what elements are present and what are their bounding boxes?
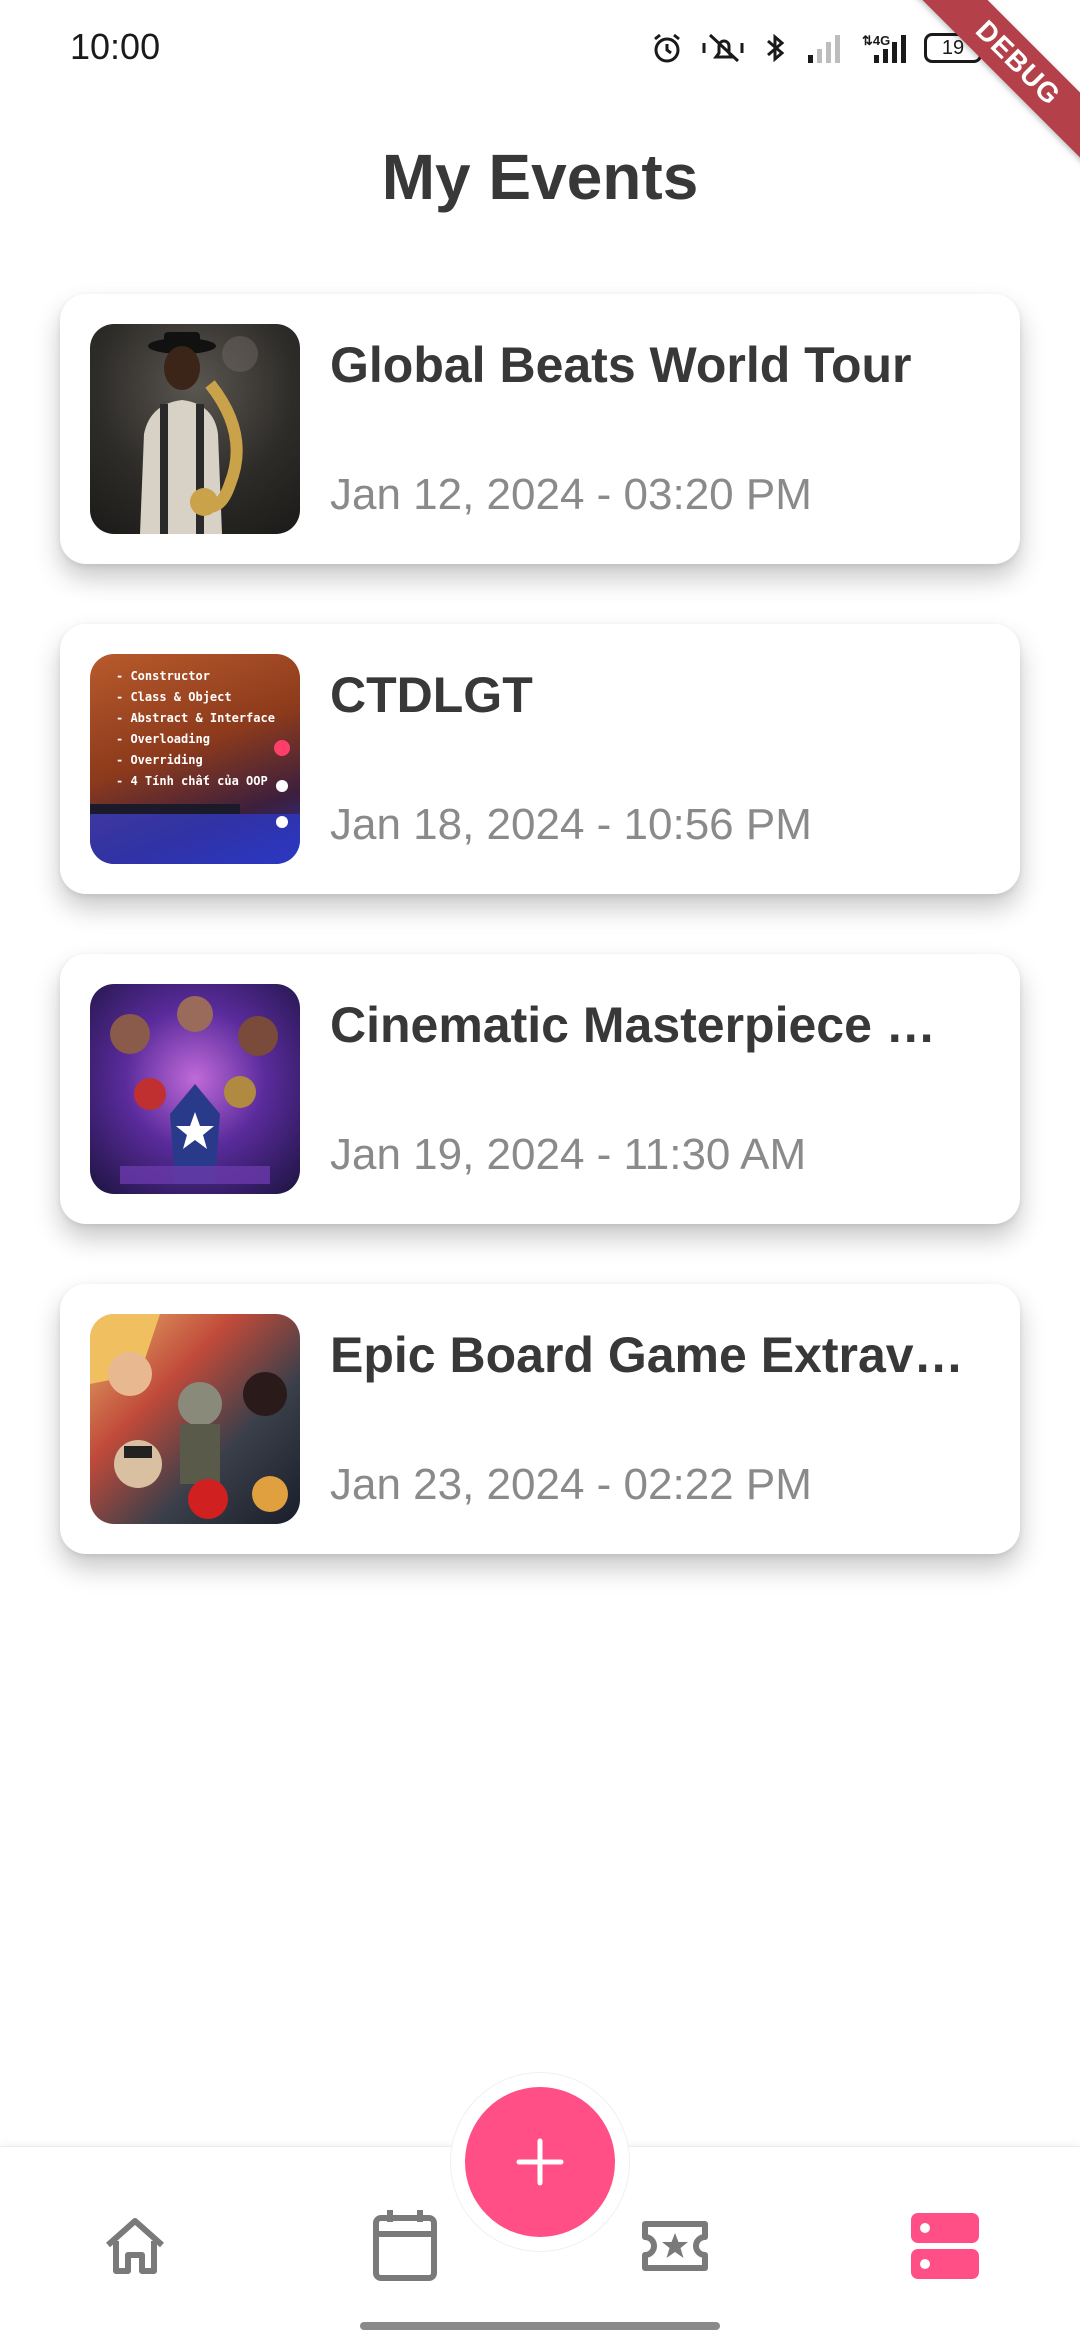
game-characters-image — [90, 1314, 288, 1519]
event-title: Cinematic Masterpiece … — [330, 997, 936, 1053]
event-thumbnail — [90, 984, 300, 1194]
screen: 10:00 ⇅4G 19 DEBUG My Events Global Beat… — [0, 0, 1080, 2340]
mute-icon — [702, 33, 744, 63]
event-date: Jan 23, 2024 - 02:22 PM — [330, 1460, 812, 1509]
desk-image — [90, 740, 300, 864]
event-thumbnail — [90, 324, 300, 534]
signal-icon — [808, 35, 840, 63]
bluetooth-icon — [767, 33, 785, 63]
add-event-button[interactable] — [465, 2087, 615, 2237]
page-title: My Events — [381, 141, 699, 213]
event-title: CTDLGT — [330, 667, 533, 723]
event-card[interactable]: Epic Board Game Extrav… Jan 23, 2024 - 0… — [60, 1284, 1020, 1554]
status-bar: 10:00 ⇅4G 19 — [0, 0, 1080, 96]
event-thumbnail — [90, 1314, 300, 1524]
event-card[interactable]: - Constructor - Class & Object - Abstrac… — [60, 624, 1020, 894]
saxophone-player-image — [140, 332, 258, 534]
list-icon — [911, 2213, 979, 2279]
4g-signal-icon: ⇅4G — [862, 33, 906, 63]
event-card[interactable]: Cinematic Masterpiece … Jan 19, 2024 - 1… — [60, 954, 1020, 1224]
event-title: Epic Board Game Extrav… — [330, 1327, 964, 1383]
home-indicator[interactable] — [360, 2322, 720, 2330]
svg-text:⇅4G: ⇅4G — [862, 33, 890, 48]
home-icon — [106, 2218, 164, 2274]
event-title: Global Beats World Tour — [330, 337, 912, 393]
calendar-icon — [373, 2210, 437, 2281]
nav-calendar-button[interactable] — [360, 2201, 450, 2291]
event-date: Jan 19, 2024 - 11:30 AM — [330, 1130, 807, 1179]
plus-icon — [516, 2138, 564, 2186]
nav-list-button[interactable] — [900, 2201, 990, 2291]
status-time: 10:00 — [70, 26, 161, 67]
event-list: Global Beats World Tour Jan 12, 2024 - 0… — [60, 294, 1020, 1614]
movie-poster-image — [110, 996, 278, 1184]
event-date: Jan 18, 2024 - 10:56 PM — [330, 800, 812, 849]
event-card[interactable]: Global Beats World Tour Jan 12, 2024 - 0… — [60, 294, 1020, 564]
event-thumbnail: - Constructor - Class & Object - Abstrac… — [90, 654, 300, 864]
nav-home-button[interactable] — [90, 2201, 180, 2291]
ticket-icon — [642, 2221, 708, 2271]
nav-ticket-button[interactable] — [630, 2201, 720, 2291]
alarm-icon — [654, 33, 680, 63]
event-date: Jan 12, 2024 - 03:20 PM — [330, 470, 812, 519]
